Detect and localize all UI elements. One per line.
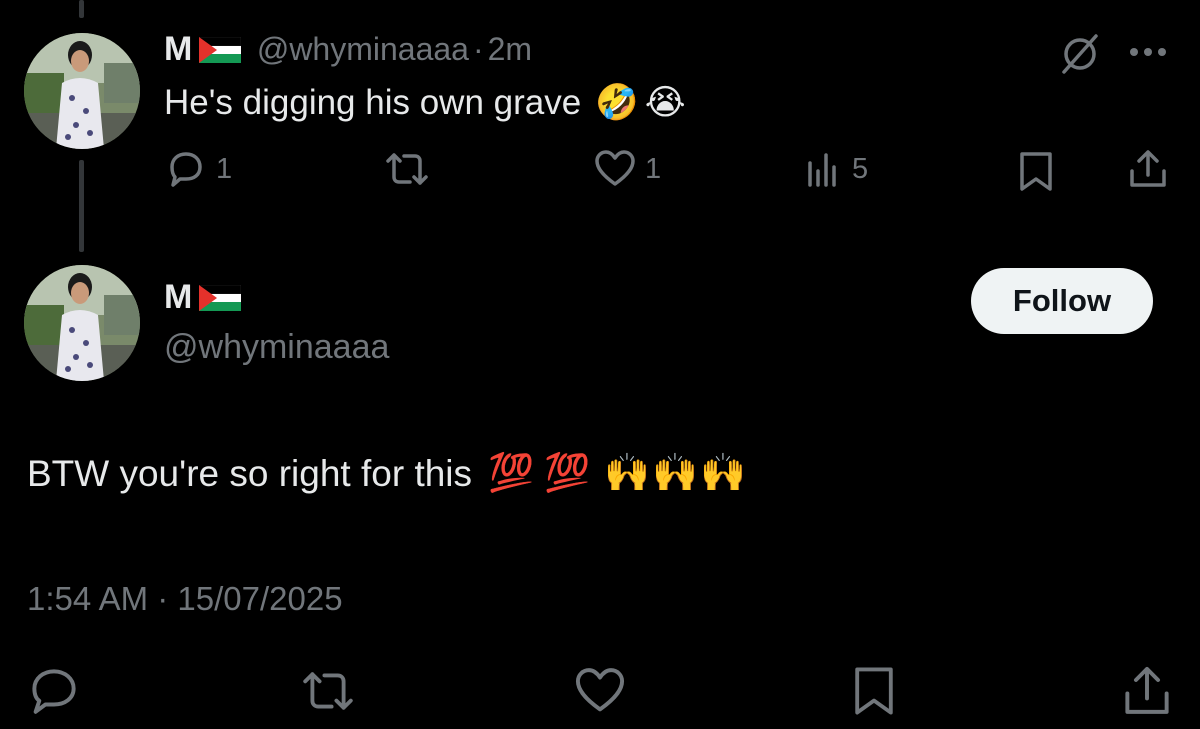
like-button[interactable]: 1 [593,147,661,191]
reply-header: M @whyminaaaa · 2m [164,30,532,69]
share-icon [1125,666,1169,714]
main-name-row: M [164,278,241,317]
like-count: 1 [645,152,662,185]
raising-hands-emoji: 🙌 [604,452,651,493]
repost-icon [386,153,428,185]
repost-icon [303,672,353,710]
reply-icon [170,152,202,187]
tweet-timestamp[interactable]: 1:54 AM · 15/07/2025 [27,580,343,618]
separator: · [472,31,484,67]
handle[interactable]: @whyminaaaa [257,31,469,68]
palestine-flag-icon [198,284,241,311]
main-repost-button[interactable] [298,664,358,718]
share-button[interactable] [1126,147,1170,191]
more-icon[interactable] [1126,38,1170,71]
share-icon [1130,150,1166,187]
rofl-emoji: 🤣 [595,83,639,122]
thread-line-top [79,0,84,18]
main-handle[interactable]: @whyminaaaa [164,328,389,367]
avatar[interactable] [24,33,140,149]
thread-line-bottom [79,160,84,252]
main-avatar[interactable] [24,265,140,381]
display-name[interactable]: M [164,30,193,69]
views-button[interactable]: 5 [804,147,868,191]
bookmark-icon [855,667,893,715]
heart-icon [595,150,635,186]
raising-hands-emoji: 🙌 [652,452,699,493]
reply-icon [32,669,76,714]
main-share-button[interactable] [1120,664,1174,718]
raising-hands-emoji: 🙌 [700,452,747,493]
main-text: BTW you're so right for this [27,452,473,494]
main-display-name[interactable]: M [164,278,193,317]
reply-text: He's digging his own grave [164,82,582,122]
reply-button[interactable]: 1 [164,147,232,191]
bookmark-icon [1020,152,1052,191]
main-reply-button[interactable] [27,664,81,718]
heart-icon [575,668,625,712]
reply-text-row: He's digging his own grave 🤣 😭 [164,82,686,123]
repost-button[interactable] [382,147,432,191]
palestine-flag-icon [198,36,241,63]
follow-button[interactable]: Follow [971,268,1153,334]
views-count: 5 [852,152,869,185]
hundred-points-emoji: 💯 [544,452,591,493]
main-bookmark-button[interactable] [850,664,898,718]
bookmark-button[interactable] [1016,149,1056,193]
post-time[interactable]: 2m [488,31,532,68]
grok-icon[interactable] [1056,30,1104,83]
views-icon [808,153,836,187]
main-text-row: BTW you're so right for this 💯 💯 🙌 🙌 🙌 [27,452,746,495]
main-like-button[interactable] [572,664,628,718]
crying-emoji: 😭 [644,82,686,122]
hundred-points-emoji: 💯 [488,452,535,493]
reply-count: 1 [216,152,233,185]
